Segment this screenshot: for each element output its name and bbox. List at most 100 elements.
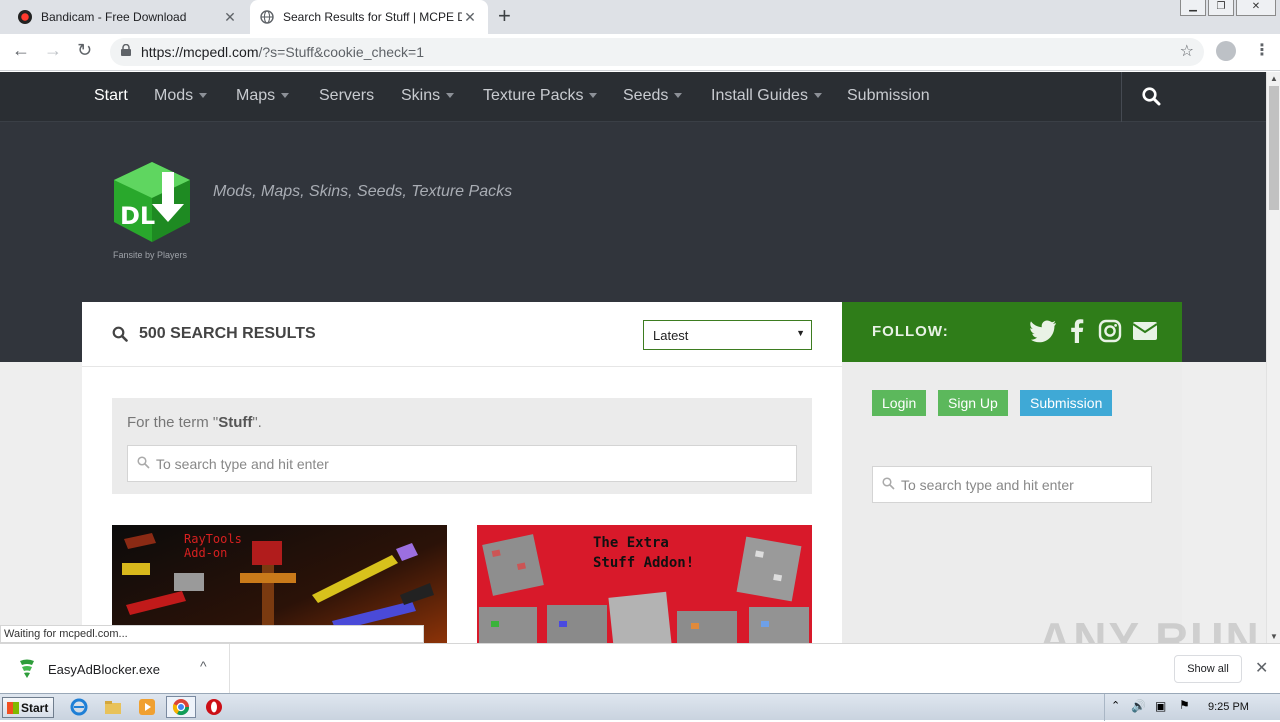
chevron-up-icon[interactable]: ^ xyxy=(200,658,207,674)
chrome-taskbar-button[interactable] xyxy=(166,696,196,718)
login-button[interactable]: Login xyxy=(872,390,927,416)
twitter-icon[interactable] xyxy=(1030,319,1056,343)
action-center-flag-icon[interactable]: ⚑ xyxy=(1179,698,1190,712)
close-window-button[interactable]: ✕ xyxy=(1236,0,1276,16)
result-card-extra-stuff[interactable]: The Extra Stuff Addon! xyxy=(477,525,812,643)
download-bar: EasyAdBlocker.exe ^ Show all ✕ xyxy=(0,643,1280,694)
signup-button[interactable]: Sign Up xyxy=(938,390,1008,416)
tab-close-icon[interactable]: ✕ xyxy=(222,9,238,26)
instagram-icon[interactable] xyxy=(1098,319,1122,343)
search-icon[interactable] xyxy=(1142,87,1161,106)
sidebar-search-input[interactable]: To search type and hit enter xyxy=(872,466,1152,503)
site-navigation: Start Mods Maps Servers Skins Texture Pa… xyxy=(0,72,1266,122)
follow-label: FOLLOW: xyxy=(872,323,949,340)
file-explorer-icon[interactable] xyxy=(104,698,122,716)
chevron-down-icon xyxy=(589,93,598,99)
facebook-icon[interactable] xyxy=(1066,319,1088,343)
webpage: Start Mods Maps Servers Skins Texture Pa… xyxy=(0,72,1266,643)
results-header: 500 SEARCH RESULTS Latest ▼ xyxy=(82,302,842,367)
chevron-down-icon xyxy=(199,93,208,99)
restore-button[interactable]: ❐ xyxy=(1208,0,1234,16)
search-term-text: For the term "Stuff". xyxy=(127,414,262,431)
profile-avatar-icon[interactable] xyxy=(1216,41,1236,61)
globe-icon xyxy=(260,10,274,24)
chevron-down-icon xyxy=(446,93,455,99)
tab-title: Search Results for Stuff | MCPE DL xyxy=(283,10,462,24)
chrome-icon xyxy=(172,699,190,716)
volume-icon[interactable]: 🔊 xyxy=(1131,699,1146,713)
submission-button[interactable]: Submission xyxy=(1020,390,1113,416)
fansite-label: Fansite by Players xyxy=(113,250,188,260)
download-item[interactable]: EasyAdBlocker.exe ^ xyxy=(0,644,230,694)
svg-text:The Extra: The Extra xyxy=(593,535,669,551)
reload-button[interactable]: ↻ xyxy=(77,40,92,61)
forward-button[interactable]: → xyxy=(44,40,62,61)
bandicam-icon xyxy=(18,10,32,24)
start-button[interactable]: Start xyxy=(2,697,54,718)
new-tab-button[interactable]: + xyxy=(498,5,511,27)
download-filename: EasyAdBlocker.exe xyxy=(48,662,161,677)
status-bubble: Waiting for mcpedl.com... xyxy=(0,625,424,643)
nav-item-maps[interactable]: Maps xyxy=(236,87,290,105)
chevron-down-icon xyxy=(674,93,683,99)
scroll-down-icon[interactable]: ▼ xyxy=(1270,632,1278,641)
site-tagline: Mods, Maps, Skins, Seeds, Texture Packs xyxy=(213,183,513,200)
follow-bar: FOLLOW: xyxy=(842,302,1182,362)
page-scrollbar[interactable]: ▲ ▼ xyxy=(1266,72,1280,643)
svg-text:Stuff Addon!: Stuff Addon! xyxy=(593,555,694,571)
scroll-up-icon[interactable]: ▲ xyxy=(1270,74,1278,83)
results-count: 500 SEARCH RESULTS xyxy=(139,325,316,342)
nav-item-start[interactable]: Start xyxy=(94,87,128,105)
chevron-down-icon xyxy=(281,93,290,99)
taskbar-clock[interactable]: 9:25 PM xyxy=(1208,701,1249,713)
media-player-icon[interactable] xyxy=(138,698,156,716)
sort-select[interactable]: Latest ▼ xyxy=(643,320,812,350)
windows-logo-icon xyxy=(7,702,19,714)
search-icon xyxy=(112,326,128,342)
scrollbar-thumb[interactable] xyxy=(1269,86,1279,210)
windows-taskbar: Start ⌃ 🔊 ▣ ⚑ 9:25 PM xyxy=(0,693,1280,721)
adblocker-file-icon xyxy=(20,659,34,678)
dropdown-arrow-icon: ▼ xyxy=(796,328,805,338)
back-button[interactable]: ← xyxy=(12,40,30,61)
network-icon[interactable]: ▣ xyxy=(1155,699,1166,713)
system-tray: ⌃ 🔊 ▣ ⚑ xyxy=(1104,694,1280,721)
bookmark-star-icon[interactable]: ☆ xyxy=(1180,41,1194,61)
nav-item-texture-packs[interactable]: Texture Packs xyxy=(483,87,598,105)
internet-explorer-icon[interactable] xyxy=(70,698,88,716)
search-input[interactable]: To search type and hit enter xyxy=(127,445,797,482)
search-term-box: For the term "Stuff". To search type and… xyxy=(112,398,812,494)
tab-title: Bandicam - Free Download xyxy=(41,10,187,24)
search-icon xyxy=(882,477,895,490)
svg-text:DL: DL xyxy=(120,202,155,230)
nav-item-submission[interactable]: Submission xyxy=(847,87,930,105)
svg-text:Add-on: Add-on xyxy=(184,546,227,560)
url-text: https://mcpedl.com/?s=Stuff&cookie_check… xyxy=(141,44,425,60)
tray-expand-icon[interactable]: ⌃ xyxy=(1111,699,1120,712)
sidebar: Login Sign Up Submission To search type … xyxy=(842,362,1182,643)
nav-item-install-guides[interactable]: Install Guides xyxy=(711,87,822,105)
tab-bandicam[interactable]: Bandicam - Free Download ✕ xyxy=(8,0,248,34)
tab-close-icon[interactable]: ✕ xyxy=(462,9,478,26)
opera-icon[interactable] xyxy=(205,698,223,716)
show-all-button[interactable]: Show all xyxy=(1174,655,1242,683)
address-bar[interactable]: https://mcpedl.com/?s=Stuff&cookie_check… xyxy=(110,38,1204,66)
email-icon[interactable] xyxy=(1132,319,1158,343)
extra-stuff-thumbnail: The Extra Stuff Addon! xyxy=(477,525,812,643)
minimize-button[interactable]: ▁ xyxy=(1180,0,1206,16)
chevron-down-icon xyxy=(813,93,822,99)
tab-mcpedl[interactable]: Search Results for Stuff | MCPE DL ✕ xyxy=(250,0,488,34)
mcpedl-logo[interactable]: DL xyxy=(112,160,192,244)
browser-toolbar: ← → ↻ https://mcpedl.com/?s=Stuff&cookie… xyxy=(0,34,1280,71)
close-download-bar-icon[interactable]: ✕ xyxy=(1255,658,1268,678)
nav-item-seeds[interactable]: Seeds xyxy=(623,87,683,105)
nav-divider xyxy=(1121,72,1122,122)
nav-item-servers[interactable]: Servers xyxy=(319,87,374,105)
nav-item-mods[interactable]: Mods xyxy=(154,87,208,105)
search-results-panel: 500 SEARCH RESULTS Latest ▼ For the term … xyxy=(82,302,842,643)
search-placeholder: To search type and hit enter xyxy=(901,477,1074,493)
lock-icon xyxy=(121,44,131,56)
browser-menu-icon[interactable]: ⋮ xyxy=(1254,40,1270,60)
nav-item-skins[interactable]: Skins xyxy=(401,87,455,105)
browser-tabstrip: Bandicam - Free Download ✕ Search Result… xyxy=(0,0,1280,34)
